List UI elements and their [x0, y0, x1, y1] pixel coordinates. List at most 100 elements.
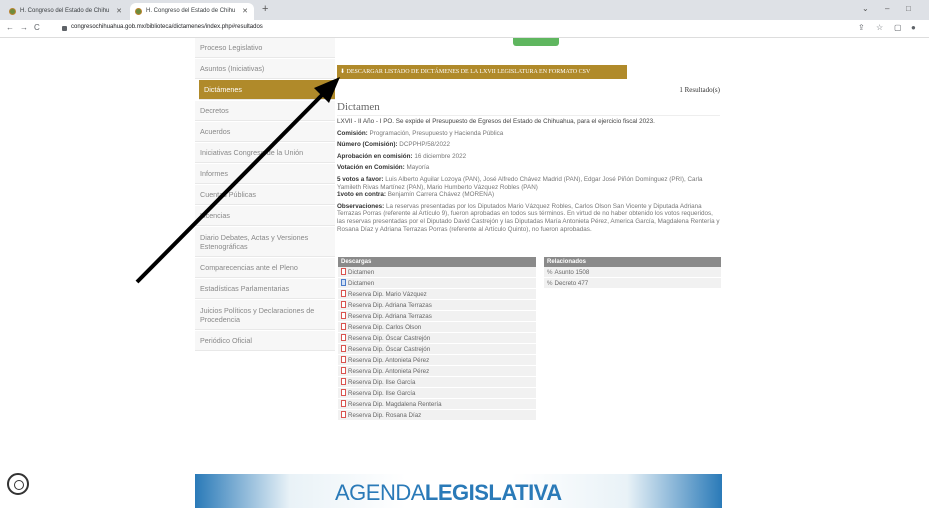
pdf-icon — [341, 334, 346, 341]
sidebar-item-asuntos[interactable]: Asuntos (Iniciativas) — [195, 59, 335, 79]
votacion-label: Votación en Comisión: — [337, 164, 405, 172]
related-header: Relacionados — [544, 257, 721, 267]
sidebar-item-periodico[interactable]: Periódico Oficial — [195, 331, 335, 351]
download-label[interactable]: Reserva Dip. Mario Vázquez — [348, 291, 427, 298]
pdf-icon — [341, 400, 346, 407]
related-row[interactable]: % Decreto 477 — [544, 278, 721, 289]
download-row[interactable]: Reserva Dip. Adriana Terrazas — [338, 300, 536, 311]
download-label[interactable]: Reserva Dip. Adriana Terrazas — [348, 302, 432, 309]
browser-tab-2[interactable]: H. Congreso del Estado de Chihu ✕ — [130, 3, 254, 20]
comision-label: Comisión: — [337, 129, 368, 137]
numero-value: DCPPHP/58/2022 — [399, 141, 451, 149]
browser-tab-bar: H. Congreso del Estado de Chihu ✕ H. Con… — [0, 0, 929, 20]
pdf-icon — [341, 345, 346, 352]
votacion-value: Mayoría — [406, 164, 430, 172]
sidebar-item-estadisticas[interactable]: Estadísticas Parlamentarias — [195, 279, 335, 299]
lock-icon — [62, 26, 67, 31]
accessibility-icon[interactable] — [7, 473, 29, 495]
download-label[interactable]: Dictamen — [348, 280, 374, 287]
related-row[interactable]: % Asunto 1508 — [544, 267, 721, 278]
pdf-icon — [341, 268, 346, 275]
download-label[interactable]: Reserva Dip. Ilse García — [348, 379, 415, 386]
sidepanel-icon[interactable]: ▢ — [894, 23, 902, 32]
download-row[interactable]: Reserva Dip. Ilse García — [338, 377, 536, 388]
download-row[interactable]: Reserva Dip. Óscar Castrejón — [338, 344, 536, 355]
pdf-icon — [341, 323, 346, 330]
favicon-icon — [135, 8, 142, 15]
agenda-banner[interactable]: AGENDALEGISLATIVA — [195, 474, 722, 508]
sidebar-item-comparecencias[interactable]: Comparecencias ante el Pleno — [195, 258, 335, 278]
close-icon[interactable]: ✕ — [242, 3, 248, 20]
sidebar-item-diario[interactable]: Diario Debates, Actas y Versiones Esteno… — [195, 227, 335, 257]
download-row[interactable]: Reserva Dip. Antonieta Pérez — [338, 355, 536, 366]
pdf-icon — [341, 301, 346, 308]
url-field[interactable]: congresochihuahua.gob.mx/biblioteca/dict… — [71, 24, 263, 30]
related-table: Relacionados % Asunto 1508 % Decreto 477 — [544, 257, 721, 289]
download-row[interactable]: Dictamen — [338, 278, 536, 289]
banner-text-bold: LEGISLATIVA — [424, 480, 562, 505]
download-row[interactable]: Reserva Dip. Carlos Olson — [338, 322, 536, 333]
related-label[interactable]: Decreto 477 — [555, 280, 589, 287]
download-label[interactable]: Reserva Dip. Adriana Terrazas — [348, 313, 432, 320]
download-label[interactable]: Dictamen — [348, 269, 374, 276]
download-label[interactable]: Reserva Dip. Antonieta Pérez — [348, 368, 429, 375]
download-label[interactable]: Reserva Dip. Antonieta Pérez — [348, 357, 429, 364]
sidebar: Proceso Legislativo Asuntos (Iniciativas… — [195, 38, 335, 352]
sidebar-item-cuentas[interactable]: Cuentas Públicas — [195, 185, 335, 205]
profile-icon[interactable]: ● — [911, 23, 916, 32]
reload-icon[interactable]: C — [34, 23, 40, 32]
sidebar-item-iniciativas-union[interactable]: Iniciativas Congreso de la Unión — [195, 143, 335, 163]
pdf-icon — [341, 290, 346, 297]
pdf-icon — [341, 367, 346, 374]
pdf-icon — [341, 312, 346, 319]
page-title: Dictamen — [337, 101, 720, 116]
sidebar-item-acuerdos[interactable]: Acuerdos — [195, 122, 335, 142]
aprobacion-label: Aprobación en comisión: — [337, 152, 413, 160]
search-button[interactable] — [513, 38, 559, 46]
pdf-icon — [341, 411, 346, 418]
sidebar-item-juicios[interactable]: Juicios Políticos y Declaraciones de Pro… — [195, 300, 335, 330]
related-label[interactable]: Asunto 1508 — [555, 269, 590, 276]
maximize-icon[interactable]: □ — [906, 4, 911, 13]
downloads-header: Descargas — [338, 257, 536, 267]
obs-label: Observaciones: — [337, 202, 385, 210]
download-row[interactable]: Reserva Dip. Rosana Díaz — [338, 410, 536, 421]
comision-value: Programación, Presupuesto y Hacienda Púb… — [369, 129, 504, 137]
sidebar-item-licencias[interactable]: Licencias — [195, 206, 335, 226]
download-label[interactable]: Reserva Dip. Ilse García — [348, 390, 415, 397]
download-label[interactable]: Reserva Dip. Carlos Olson — [348, 324, 421, 331]
forward-icon[interactable]: → — [20, 23, 28, 32]
aprobacion-value: 16 diciembre 2022 — [414, 152, 467, 160]
download-row[interactable]: Reserva Dip. Magdalena Rentería — [338, 399, 536, 410]
download-label[interactable]: Reserva Dip. Rosana Díaz — [348, 412, 421, 419]
download-label[interactable]: Reserva Dip. Magdalena Rentería — [348, 401, 442, 408]
banner-text-light: AGENDA — [335, 480, 425, 505]
download-row[interactable]: Dictamen — [338, 267, 536, 278]
favor-label: 5 votos a favor: — [337, 175, 384, 183]
download-label[interactable]: Reserva Dip. Óscar Castrejón — [348, 335, 430, 342]
address-bar: ← → C congresochihuahua.gob.mx/bibliotec… — [0, 20, 929, 38]
pdf-icon — [341, 389, 346, 396]
download-row[interactable]: Reserva Dip. Antonieta Pérez — [338, 366, 536, 377]
minimize-icon[interactable]: – — [885, 4, 889, 13]
sidebar-item-decretos[interactable]: Decretos — [195, 101, 335, 121]
download-row[interactable]: Reserva Dip. Adriana Terrazas — [338, 311, 536, 322]
sidebar-item-proceso[interactable]: Proceso Legislativo — [195, 38, 335, 58]
chevron-down-icon[interactable]: ⌄ — [862, 4, 869, 13]
share-icon[interactable]: ⇪ — [858, 23, 865, 32]
download-row[interactable]: Reserva Dip. Óscar Castrejón — [338, 333, 536, 344]
sidebar-item-informes[interactable]: Informes — [195, 164, 335, 184]
back-icon[interactable]: ← — [6, 23, 14, 32]
close-icon[interactable]: ✕ — [116, 3, 122, 20]
download-label[interactable]: Reserva Dip. Óscar Castrejón — [348, 346, 430, 353]
download-row[interactable]: Reserva Dip. Mario Vázquez — [338, 289, 536, 300]
tab-title: H. Congreso del Estado de Chihu — [146, 8, 236, 14]
star-icon[interactable]: ☆ — [876, 23, 883, 32]
word-icon — [341, 279, 346, 286]
download-csv-button[interactable]: ⬇ DESCARGAR LISTADO DE DICTÁMENES DE LA … — [337, 65, 627, 79]
browser-tab-1[interactable]: H. Congreso del Estado de Chihu ✕ — [4, 3, 128, 20]
new-tab-icon[interactable]: + — [262, 3, 268, 15]
download-csv-label: DESCARGAR LISTADO DE DICTÁMENES DE LA LX… — [346, 69, 591, 75]
sidebar-item-dictamenes[interactable]: Dictámenes — [199, 80, 335, 100]
download-row[interactable]: Reserva Dip. Ilse García — [338, 388, 536, 399]
